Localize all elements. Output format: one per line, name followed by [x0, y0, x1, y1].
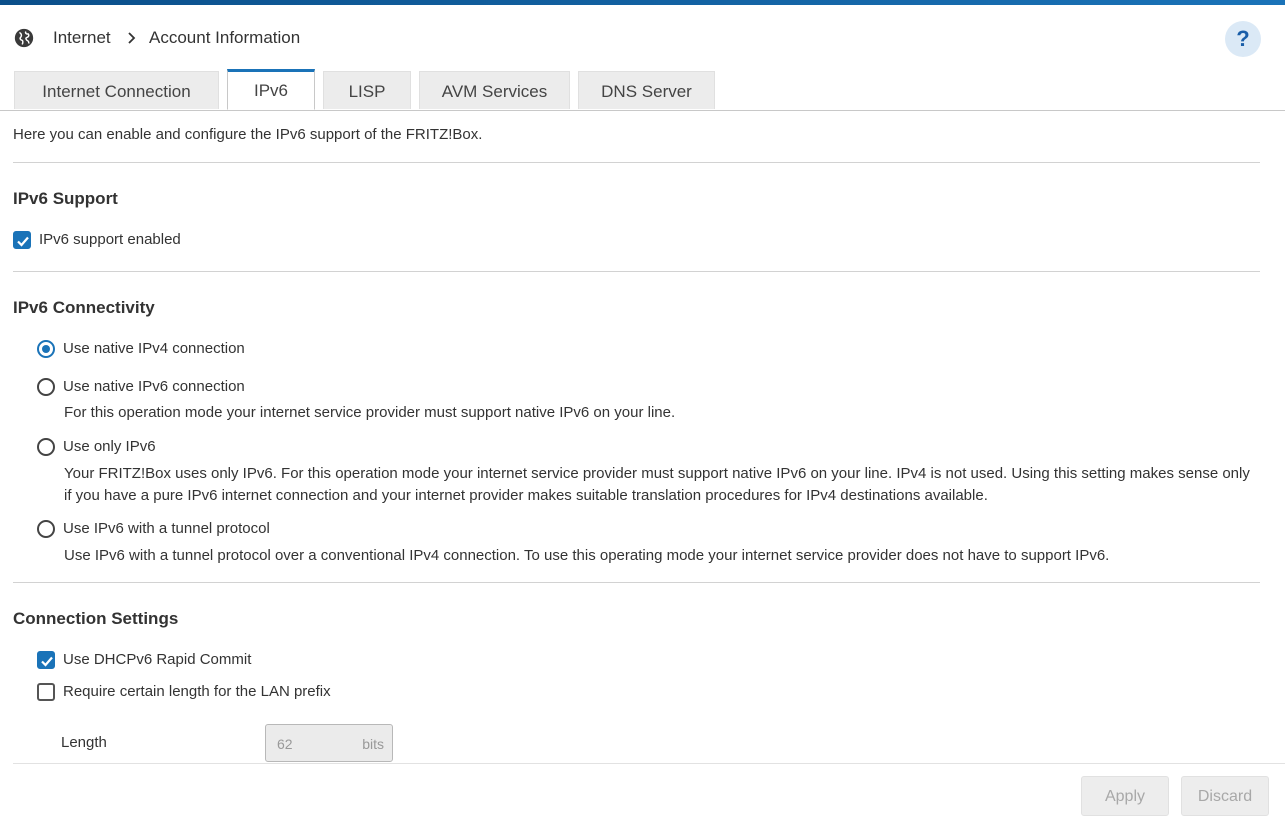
length-unit: bits: [362, 736, 384, 752]
radio-desc-tunnel-protocol: Use IPv6 with a tunnel protocol over a c…: [64, 547, 1110, 564]
radio-desc-only-ipv6: Your FRITZ!Box uses only IPv6. For this …: [64, 465, 1250, 504]
tab-lisp[interactable]: LISP: [323, 71, 411, 109]
breadcrumb-current: Account Information: [149, 28, 301, 47]
tab-avm-services[interactable]: AVM Services: [419, 71, 570, 109]
intro-text: Here you can enable and configure the IP…: [13, 126, 483, 143]
footer-divider: [13, 763, 1285, 764]
section-heading-ipv6-support: IPv6 Support: [13, 189, 118, 208]
divider: [13, 271, 1260, 272]
section-heading-ipv6-connectivity: IPv6 Connectivity: [13, 298, 155, 317]
radio-label-tunnel-protocol: Use IPv6 with a tunnel protocol: [63, 520, 270, 537]
length-label: Length: [61, 734, 107, 751]
discard-button[interactable]: Discard: [1181, 776, 1269, 816]
divider: [13, 582, 1260, 583]
checkmark-icon: [41, 656, 53, 667]
length-value: 62: [277, 736, 293, 752]
checkmark-icon: [17, 236, 29, 247]
length-input[interactable]: 62 bits: [265, 724, 393, 762]
divider: [13, 162, 1260, 163]
rapid-commit-label: Use DHCPv6 Rapid Commit: [63, 651, 252, 668]
top-accent-bar: [0, 0, 1285, 5]
chevron-right-icon: [128, 32, 136, 44]
radio-label-only-ipv6: Use only IPv6: [63, 438, 156, 455]
prefix-length-label: Require certain length for the LAN prefi…: [63, 683, 331, 700]
ipv6-support-checkbox[interactable]: [13, 231, 31, 249]
radio-native-ipv4[interactable]: [37, 340, 55, 358]
section-heading-connection-settings: Connection Settings: [13, 609, 179, 628]
radio-label-native-ipv4: Use native IPv4 connection: [63, 340, 245, 357]
help-button[interactable]: ?: [1225, 21, 1261, 57]
radio-tunnel-protocol[interactable]: [37, 520, 55, 538]
tab-ipv6[interactable]: IPv6: [227, 69, 315, 110]
globe-icon: [14, 28, 34, 48]
radio-label-native-ipv6: Use native IPv6 connection: [63, 378, 245, 395]
apply-button[interactable]: Apply: [1081, 776, 1169, 816]
tab-bar: Internet Connection IPv6 LISP AVM Servic…: [0, 69, 1285, 111]
rapid-commit-checkbox[interactable]: [37, 651, 55, 669]
radio-desc-native-ipv6: For this operation mode your internet se…: [64, 404, 676, 421]
breadcrumb-internet[interactable]: Internet: [53, 28, 111, 48]
radio-only-ipv6[interactable]: [37, 438, 55, 456]
prefix-length-checkbox[interactable]: [37, 683, 55, 701]
ipv6-support-label: IPv6 support enabled: [39, 231, 181, 248]
radio-native-ipv6[interactable]: [37, 378, 55, 396]
tab-internet-connection[interactable]: Internet Connection: [14, 71, 219, 109]
tab-dns-server[interactable]: DNS Server: [578, 71, 715, 109]
